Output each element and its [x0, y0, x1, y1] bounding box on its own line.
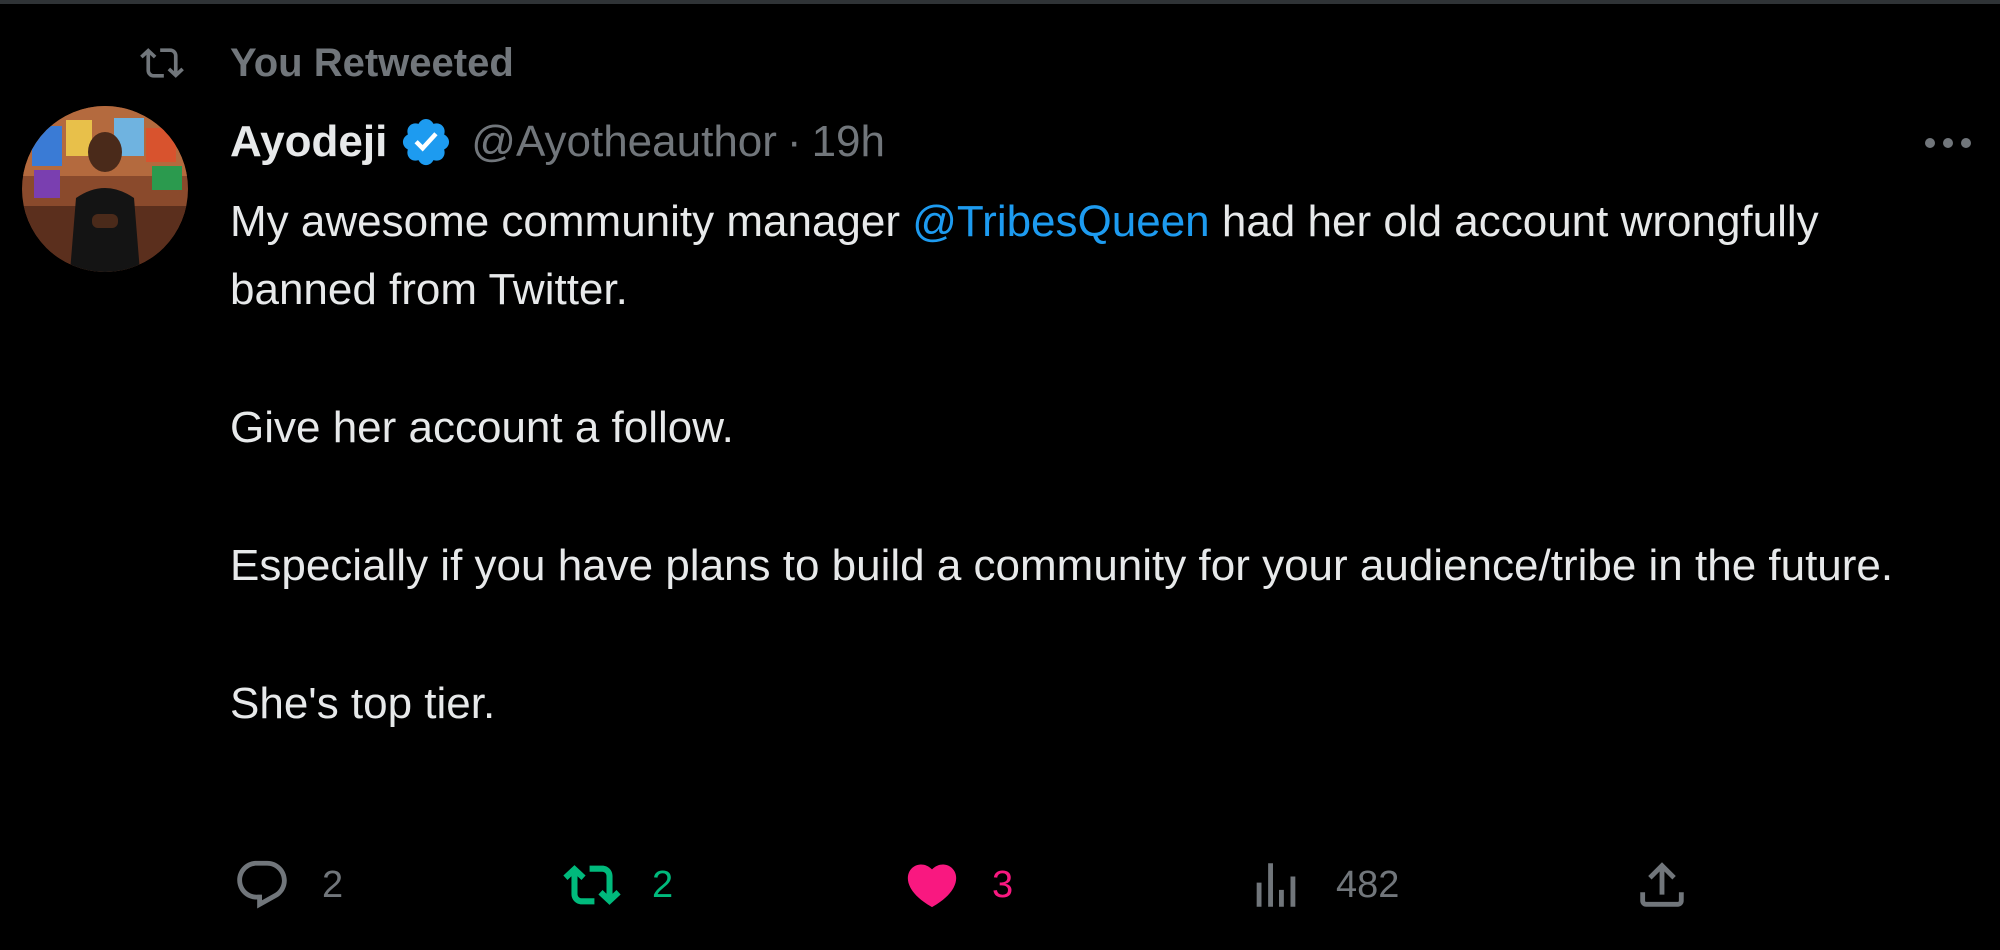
views-count: 482 [1336, 863, 1400, 906]
share-icon [1632, 855, 1692, 915]
retweet-context: You Retweeted [134, 38, 514, 88]
retweet-context-label: You Retweeted [230, 40, 514, 85]
views-icon [1246, 855, 1306, 915]
tweet-paragraph-4: She's top tier. [230, 679, 496, 728]
author-display-name[interactable]: Ayodeji [230, 117, 387, 167]
retweet-icon [562, 855, 622, 915]
tweet-paragraph-2: Give her account a follow. [230, 403, 734, 452]
retweet-icon [134, 38, 190, 88]
tweet-text: My awesome community manager @TribesQuee… [230, 188, 1970, 808]
share-button[interactable] [1632, 850, 1722, 920]
tweet-paragraph-3: Especially if you have plans to build a … [230, 541, 1894, 590]
views-button[interactable]: 482 [1246, 850, 1399, 920]
reply-button[interactable]: 2 [232, 850, 343, 920]
like-count: 3 [992, 863, 1014, 906]
tweet-timestamp[interactable]: 19h [812, 117, 885, 167]
tweet-header: Ayodeji @Ayotheauthor · 19h [230, 110, 885, 174]
tweet[interactable]: You Retweeted Ayodeji @Ayotheauthor · 19… [0, 0, 2000, 950]
verified-badge-icon[interactable] [399, 114, 455, 170]
retweet-count: 2 [652, 863, 674, 906]
more-icon[interactable] [1916, 118, 1980, 168]
tweet-paragraph-1: My awesome community manager @TribesQuee… [230, 188, 1970, 324]
reply-icon [232, 855, 292, 915]
avatar[interactable] [22, 106, 188, 272]
reply-count: 2 [322, 863, 344, 906]
author-handle[interactable]: @Ayotheauthor [471, 117, 777, 167]
mention-link[interactable]: @TribesQueen [912, 197, 1209, 246]
header-separator: · [786, 117, 802, 166]
tweet-text-part: My awesome community manager [230, 197, 913, 246]
retweet-button[interactable]: 2 [562, 850, 673, 920]
like-button[interactable]: 3 [902, 850, 1013, 920]
tweet-actions: 2 2 3 482 [232, 850, 1692, 920]
heart-icon [902, 855, 962, 915]
